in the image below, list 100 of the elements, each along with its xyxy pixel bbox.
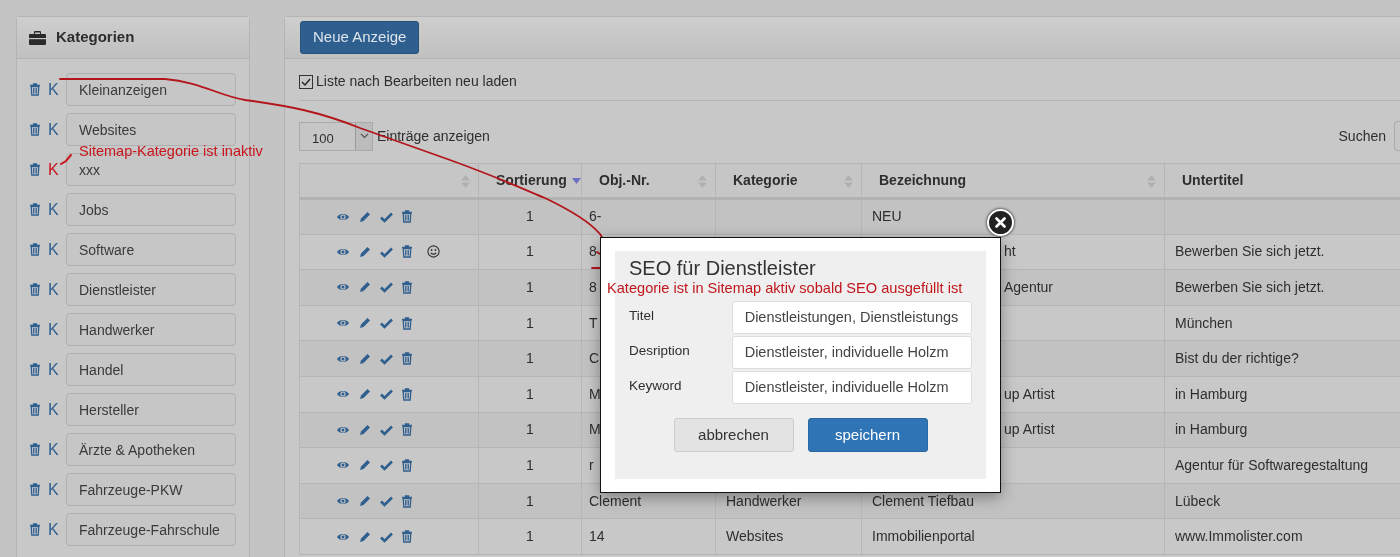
save-button[interactable]: speichern	[807, 417, 928, 452]
pencil-icon[interactable]	[358, 316, 372, 331]
trash-icon[interactable]	[29, 363, 41, 376]
table-cell: T	[589, 314, 598, 331]
trash-icon[interactable]	[401, 530, 413, 544]
dialog-title: SEO für Dienstleister	[629, 256, 817, 280]
table-cell: Websites	[726, 528, 784, 545]
category-field[interactable]: Fahrzeuge-Fahrschule	[66, 513, 236, 546]
caret-icon	[359, 133, 369, 139]
trash-icon[interactable]	[29, 403, 41, 416]
trash-icon[interactable]	[29, 123, 41, 136]
check-icon[interactable]	[380, 530, 393, 543]
checkbox-label: Liste nach Bearbeiten neu laden	[316, 72, 517, 91]
category-link[interactable]: K	[48, 157, 66, 182]
trash-icon[interactable]	[29, 523, 41, 536]
column-header[interactable]: Bezeichnung	[861, 163, 1165, 199]
field-label: Keyword	[629, 376, 683, 395]
table-cell: M	[589, 385, 601, 402]
pencil-icon[interactable]	[358, 351, 372, 366]
category-field[interactable]: Hersteller	[66, 393, 236, 426]
pencil-icon[interactable]	[358, 280, 372, 295]
page-size-select[interactable]: 100	[299, 121, 373, 151]
trash-icon[interactable]	[401, 245, 413, 259]
table-cell: 1	[526, 456, 534, 473]
category-link[interactable]: K	[48, 197, 66, 222]
column-header[interactable]: Untertitel	[1164, 163, 1400, 199]
trash-icon[interactable]	[29, 483, 41, 496]
check-icon[interactable]	[380, 210, 393, 223]
table-cell: 1	[526, 385, 534, 402]
category-link[interactable]: K	[48, 117, 66, 142]
pencil-icon[interactable]	[358, 458, 372, 473]
category-field[interactable]: Kleinanzeigen	[66, 73, 236, 106]
category-link[interactable]: K	[48, 317, 66, 342]
category-link[interactable]: K	[48, 237, 66, 262]
category-link[interactable]: K	[48, 77, 66, 102]
pencil-icon[interactable]	[358, 209, 372, 224]
category-field[interactable]: Software	[66, 233, 236, 266]
table-cell: Lübeck	[1175, 492, 1221, 509]
category-field[interactable]: Handwerker	[66, 313, 236, 346]
category-field[interactable]: Dienstleister	[66, 273, 236, 306]
table-cell: Bist du der richtige?	[1175, 350, 1299, 367]
table-cell: C	[589, 350, 600, 367]
category-link[interactable]: K	[48, 277, 66, 302]
input-field[interactable]: Dienstleistungen, Dienstleistungs	[731, 300, 972, 334]
trash-icon[interactable]	[29, 243, 41, 256]
input-field[interactable]: Dienstleister, individuelle Holzm	[731, 335, 972, 369]
trash-icon[interactable]	[401, 352, 413, 366]
check-icon[interactable]	[380, 459, 393, 472]
category-link[interactable]: K	[48, 477, 66, 502]
panel-title: Kategorien	[56, 27, 135, 48]
table-cell: 6-	[589, 208, 602, 225]
checkbox[interactable]	[299, 74, 313, 89]
check-icon[interactable]	[380, 423, 393, 436]
category-link[interactable]: K	[48, 437, 66, 462]
trash-icon[interactable]	[401, 281, 413, 294]
new-listing-button[interactable]: Neue Anzeige	[300, 21, 420, 54]
pencil-icon[interactable]	[358, 494, 372, 509]
table-cell: NEU	[872, 208, 902, 225]
table-cell: M	[589, 421, 601, 438]
trash-icon[interactable]	[401, 423, 413, 437]
column-header[interactable]: Obj.-Nr.	[581, 163, 716, 199]
trash-icon[interactable]	[401, 316, 413, 330]
check-icon[interactable]	[380, 245, 393, 258]
trash-icon[interactable]	[401, 387, 413, 401]
category-field[interactable]: Handel	[66, 353, 236, 386]
trash-icon[interactable]	[29, 203, 41, 216]
cancel-button[interactable]: abbrechen	[673, 417, 794, 452]
check-icon[interactable]	[380, 495, 393, 508]
trash-icon[interactable]	[29, 443, 41, 456]
table-cell: Agentur	[1004, 279, 1054, 295]
check-icon[interactable]	[380, 352, 393, 365]
pencil-icon[interactable]	[358, 244, 372, 259]
column-header[interactable]: Kategorie	[715, 163, 862, 199]
table-cell: Agentur für Softwaregestaltung	[1175, 456, 1368, 473]
pencil-icon[interactable]	[358, 422, 372, 437]
trash-icon[interactable]	[29, 163, 41, 176]
category-field[interactable]: Websites	[66, 113, 236, 146]
trash-icon[interactable]	[29, 83, 41, 96]
check-icon[interactable]	[380, 317, 393, 330]
pencil-icon[interactable]	[358, 387, 372, 402]
category-field[interactable]: Fahrzeuge-PKW	[66, 473, 236, 506]
trash-icon[interactable]	[401, 458, 413, 472]
table-cell: in Hamburg	[1175, 421, 1248, 438]
category-link[interactable]: K	[48, 357, 66, 382]
category-field[interactable]: Ärzte & Apotheken	[66, 433, 236, 466]
category-link[interactable]: K	[48, 517, 66, 542]
category-link[interactable]: K	[48, 397, 66, 422]
check-icon[interactable]	[380, 388, 393, 401]
category-field[interactable]: Jobs	[66, 193, 236, 226]
smiley-icon[interactable]	[427, 245, 440, 259]
trash-icon[interactable]	[401, 494, 413, 508]
check-icon[interactable]	[380, 281, 393, 294]
input-field[interactable]: Dienstleister, individuelle Holzm	[731, 370, 972, 404]
pencil-icon[interactable]	[358, 529, 372, 544]
close-icon	[995, 217, 1006, 228]
trash-icon[interactable]	[401, 210, 413, 224]
page-size-label: Einträge anzeigen	[377, 126, 490, 146]
trash-icon[interactable]	[29, 283, 41, 296]
table-cell: Clement Tiefbau	[872, 492, 974, 509]
trash-icon[interactable]	[29, 323, 41, 336]
